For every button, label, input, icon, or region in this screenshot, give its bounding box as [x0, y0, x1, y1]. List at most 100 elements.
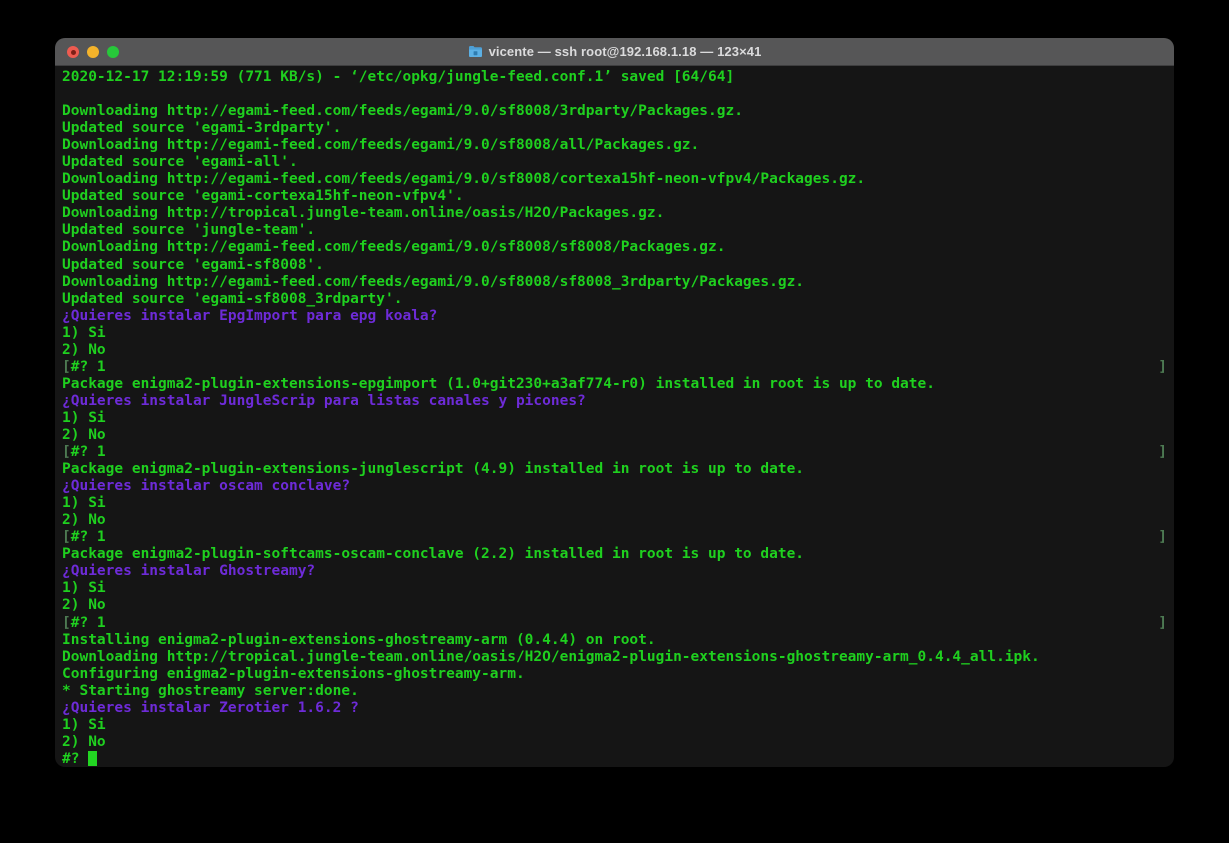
terminal-line: Downloading http://egami-feed.com/feeds/… [62, 171, 1167, 188]
terminal-line: ¿Quieres instalar oscam conclave? [62, 478, 1167, 495]
terminal-line: Downloading http://egami-feed.com/feeds/… [62, 103, 1167, 120]
line-text: Downloading http://egami-feed.com/feeds/… [62, 137, 699, 154]
line-text: 1) Si [62, 717, 106, 734]
line-text: 2) No [62, 512, 106, 529]
line-text: Downloading http://egami-feed.com/feeds/… [62, 171, 865, 188]
terminal-line: Downloading http://egami-feed.com/feeds/… [62, 137, 1167, 154]
line-text: Downloading http://egami-feed.com/feeds/… [62, 239, 725, 256]
line-text: Updated source 'egami-cortexa15hf-neon-v… [62, 188, 464, 205]
terminal-line: ¿Quieres instalar JungleScrip para lista… [62, 393, 1167, 410]
line-text: Installing enigma2-plugin-extensions-gho… [62, 632, 656, 649]
terminal-line: 1) Si [62, 410, 1167, 427]
line-text: 1) Si [62, 580, 106, 597]
terminal-line: Package enigma2-plugin-extensions-epgimp… [62, 376, 1167, 393]
terminal-line: 1) Si [62, 495, 1167, 512]
line-text: Downloading http://tropical.jungle-team.… [62, 649, 1040, 666]
line-text: #? 1 [71, 444, 106, 461]
line-text: #? 1 [71, 615, 106, 632]
line-text: Updated source 'jungle-team'. [62, 222, 315, 239]
terminal-line: [#? 1] [62, 359, 1167, 376]
terminal-line: Configuring enigma2-plugin-extensions-gh… [62, 666, 1167, 683]
minimize-button[interactable] [87, 46, 99, 58]
terminal-line: 2) No [62, 597, 1167, 614]
terminal-line: Updated source 'egami-sf8008_3rdparty'. [62, 291, 1167, 308]
line-text: Package enigma2-plugin-extensions-epgimp… [62, 376, 935, 393]
terminal-line: 1) Si [62, 580, 1167, 597]
zoom-button[interactable] [107, 46, 119, 58]
terminal-line: ¿Quieres instalar Zerotier 1.6.2 ? [62, 700, 1167, 717]
terminal-window: vicente — ssh root@192.168.1.18 — 123×41… [55, 38, 1174, 767]
terminal-line: Downloading http://tropical.jungle-team.… [62, 205, 1167, 222]
line-text: ¿Quieres instalar Zerotier 1.6.2 ? [62, 700, 359, 717]
terminal-line: #? [62, 751, 1167, 767]
prompt-bracket-right: ] [1158, 529, 1167, 546]
terminal-line: [#? 1] [62, 529, 1167, 546]
terminal-line: 2) No [62, 512, 1167, 529]
line-text: 2) No [62, 427, 106, 444]
traffic-lights [67, 38, 119, 66]
terminal-body[interactable]: 2020-12-17 12:19:59 (771 KB/s) - ‘/etc/o… [55, 66, 1174, 767]
line-text: ¿Quieres instalar Ghostreamy? [62, 563, 315, 580]
prompt-bracket-left: [ [62, 615, 71, 632]
prompt-bracket-left: [ [62, 359, 71, 376]
prompt-bracket-right: ] [1158, 615, 1167, 632]
terminal-line: Package enigma2-plugin-softcams-oscam-co… [62, 546, 1167, 563]
terminal-line: ¿Quieres instalar EpgImport para epg koa… [62, 308, 1167, 325]
line-text: Downloading http://tropical.jungle-team.… [62, 205, 664, 222]
terminal-cursor [88, 751, 97, 766]
line-text: ¿Quieres instalar JungleScrip para lista… [62, 393, 586, 410]
terminal-line: Updated source 'egami-3rdparty'. [62, 120, 1167, 137]
terminal-line: [#? 1] [62, 444, 1167, 461]
line-text: #? 1 [71, 359, 106, 376]
line-text: #? [62, 751, 88, 767]
line-text: Updated source 'egami-3rdparty'. [62, 120, 341, 137]
terminal-line: Package enigma2-plugin-extensions-jungle… [62, 461, 1167, 478]
line-text: 2) No [62, 734, 106, 751]
line-text: 1) Si [62, 325, 106, 342]
line-text: ¿Quieres instalar oscam conclave? [62, 478, 350, 495]
line-text: #? 1 [71, 529, 106, 546]
prompt-bracket-left: [ [62, 444, 71, 461]
terminal-line: 1) Si [62, 325, 1167, 342]
line-text: Updated source 'egami-sf8008'. [62, 257, 324, 274]
line-text: 2) No [62, 342, 106, 359]
terminal-line: 2) No [62, 342, 1167, 359]
line-text: Downloading http://egami-feed.com/feeds/… [62, 103, 743, 120]
prompt-bracket-right: ] [1158, 444, 1167, 461]
terminal-line: 1) Si [62, 717, 1167, 734]
prompt-bracket-left: [ [62, 529, 71, 546]
terminal-line: Updated source 'egami-cortexa15hf-neon-v… [62, 188, 1167, 205]
terminal-line: * Starting ghostreamy server:done. [62, 683, 1167, 700]
titlebar[interactable]: vicente — ssh root@192.168.1.18 — 123×41 [55, 38, 1174, 66]
terminal-line: ¿Quieres instalar Ghostreamy? [62, 563, 1167, 580]
line-text: Updated source 'egami-sf8008_3rdparty'. [62, 291, 402, 308]
terminal-line: 2020-12-17 12:19:59 (771 KB/s) - ‘/etc/o… [62, 69, 1167, 86]
folder-icon [468, 45, 483, 58]
terminal-line: Updated source 'egami-sf8008'. [62, 257, 1167, 274]
line-text: 2) No [62, 597, 106, 614]
terminal-line: Downloading http://tropical.jungle-team.… [62, 649, 1167, 666]
desktop: { "window": { "title": "vicente — ssh ro… [0, 0, 1229, 843]
line-text: Downloading http://egami-feed.com/feeds/… [62, 274, 804, 291]
line-text: Package enigma2-plugin-softcams-oscam-co… [62, 546, 804, 563]
terminal-line: 2) No [62, 427, 1167, 444]
terminal-line [62, 86, 1167, 103]
terminal-line: Downloading http://egami-feed.com/feeds/… [62, 239, 1167, 256]
line-text: 1) Si [62, 495, 106, 512]
line-text: Configuring enigma2-plugin-extensions-gh… [62, 666, 525, 683]
terminal-line: Updated source 'jungle-team'. [62, 222, 1167, 239]
line-text: ¿Quieres instalar EpgImport para epg koa… [62, 308, 437, 325]
line-text: Updated source 'egami-all'. [62, 154, 298, 171]
window-title: vicente — ssh root@192.168.1.18 — 123×41 [489, 44, 762, 59]
close-button[interactable] [67, 46, 79, 58]
terminal-line: 2) No [62, 734, 1167, 751]
terminal-line: Downloading http://egami-feed.com/feeds/… [62, 274, 1167, 291]
line-text: 1) Si [62, 410, 106, 427]
line-text: 2020-12-17 12:19:59 (771 KB/s) - ‘/etc/o… [62, 69, 734, 86]
title-group: vicente — ssh root@192.168.1.18 — 123×41 [468, 44, 762, 59]
terminal-line: Installing enigma2-plugin-extensions-gho… [62, 632, 1167, 649]
prompt-bracket-right: ] [1158, 359, 1167, 376]
terminal-line: [#? 1] [62, 615, 1167, 632]
line-text: Package enigma2-plugin-extensions-jungle… [62, 461, 804, 478]
line-text: * Starting ghostreamy server:done. [62, 683, 359, 700]
